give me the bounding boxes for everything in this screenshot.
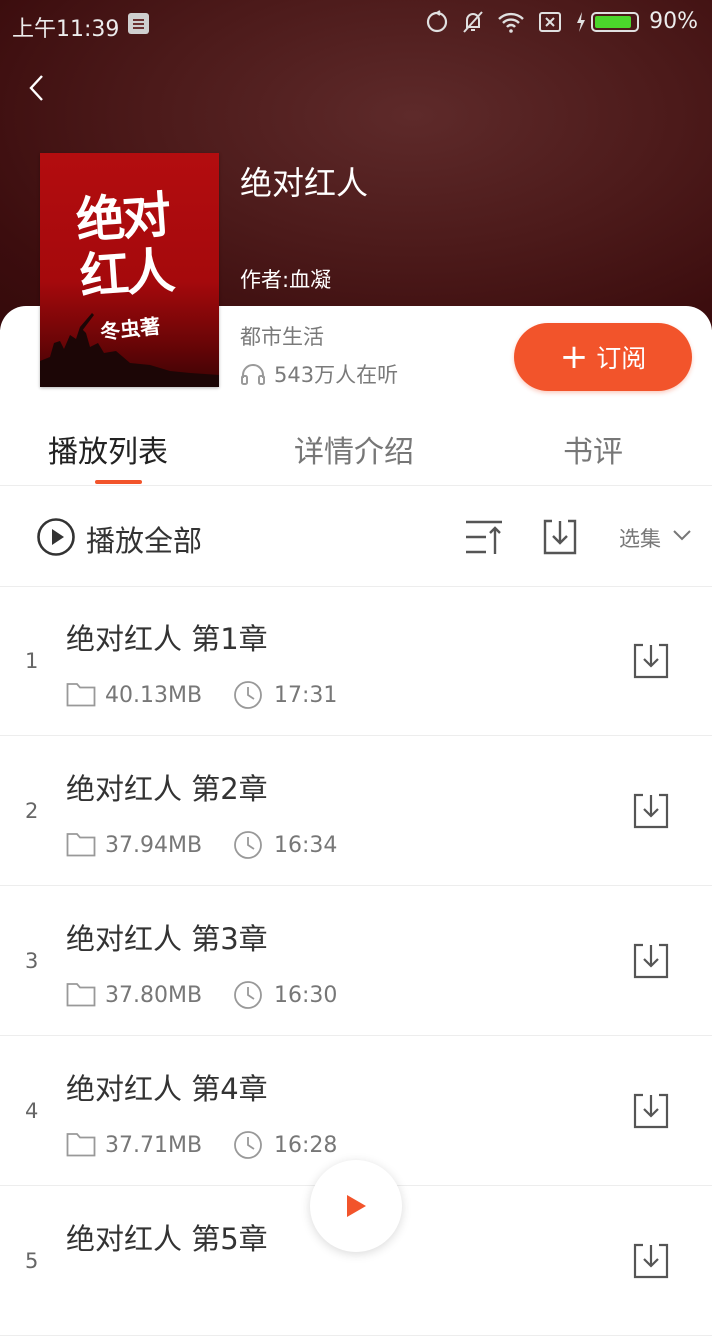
sync-icon [426, 9, 448, 32]
subscribe-button[interactable]: + 订阅 [514, 323, 692, 391]
back-button[interactable] [22, 68, 62, 108]
chapter-number: 5 [25, 1249, 39, 1273]
chapter-number: 1 [25, 649, 39, 673]
chapter-duration: 16:34 [274, 833, 338, 858]
download-icon[interactable] [633, 643, 669, 679]
batch-download-icon[interactable] [541, 518, 579, 556]
status-icons: 90% [412, 9, 698, 34]
tab-playlist[interactable]: 播放列表 [48, 427, 168, 471]
chapter-row[interactable]: 1 绝对红人 第1章 40.13MB 17:31 [0, 586, 712, 736]
book-author: 作者:血凝 [240, 268, 332, 292]
play-all-button[interactable]: 播放全部 [86, 518, 202, 560]
listeners-label: 543万人在听 [274, 363, 399, 387]
sim-off-icon [539, 11, 562, 32]
tab-details[interactable]: 详情介绍 [294, 427, 414, 471]
clock-icon [234, 681, 262, 709]
chapter-duration: 16:28 [274, 1133, 338, 1158]
listeners-count: 543万人在听 [240, 359, 398, 389]
play-circle-icon[interactable] [36, 517, 76, 557]
folder-icon [66, 683, 96, 707]
book-category: 都市生活 [240, 325, 324, 349]
chapter-title[interactable]: 绝对红人 第4章 [66, 1066, 268, 1108]
chapter-title[interactable]: 绝对红人 第1章 [66, 616, 268, 658]
chapter-title[interactable]: 绝对红人 第2章 [66, 766, 268, 808]
chapter-row[interactable]: 2 绝对红人 第2章 37.94MB 16:34 [0, 736, 712, 886]
cover-title: 绝对红人 [74, 185, 174, 306]
chapter-number: 4 [25, 1099, 39, 1123]
wifi-icon [498, 12, 524, 33]
select-episodes-button[interactable]: 选集 [619, 523, 661, 553]
chapter-row[interactable]: 3 绝对红人 第3章 37.80MB 16:30 [0, 886, 712, 1036]
chapter-size: 37.80MB [105, 983, 203, 1008]
chevron-down-icon [673, 530, 691, 541]
download-icon[interactable] [633, 943, 669, 979]
sort-icon[interactable] [464, 518, 504, 556]
download-icon[interactable] [633, 1093, 669, 1129]
clock-icon [234, 831, 262, 859]
chapter-duration: 16:30 [274, 983, 338, 1008]
chapter-title[interactable]: 绝对红人 第3章 [66, 916, 268, 958]
download-icon[interactable] [633, 1243, 669, 1279]
charging-icon [577, 11, 586, 32]
status-bar: 上午11:39 90% [0, 0, 712, 50]
status-time: 上午11:39 [12, 17, 120, 42]
chapter-size: 37.94MB [105, 833, 203, 858]
chapter-size: 37.71MB [105, 1133, 203, 1158]
floating-play-button[interactable] [310, 1160, 402, 1252]
chapter-number: 2 [25, 799, 39, 823]
cover-silhouette [40, 313, 219, 387]
book-title: 绝对红人 [240, 164, 369, 202]
plus-icon: + [559, 337, 589, 377]
playlist-toolbar: 播放全部 选集 [0, 486, 712, 587]
tab-reviews[interactable]: 书评 [563, 427, 623, 471]
active-tab-indicator [95, 480, 142, 484]
subscribe-label: 订阅 [596, 344, 647, 373]
battery-fill [595, 15, 632, 28]
folder-icon [66, 1133, 96, 1157]
clock-icon [234, 981, 262, 1009]
folder-icon [66, 833, 96, 857]
battery-percent: 90% [649, 9, 698, 34]
mute-bell-icon [463, 10, 483, 33]
download-icon[interactable] [633, 793, 669, 829]
chapter-duration: 17:31 [274, 683, 338, 708]
play-icon [347, 1195, 366, 1217]
tab-bar: 播放列表 详情介绍 书评 [0, 415, 712, 486]
chapter-title[interactable]: 绝对红人 第5章 [66, 1216, 268, 1258]
book-cover: 绝对红人 冬虫著 [40, 153, 219, 387]
battery-icon [591, 11, 640, 32]
folder-icon [66, 983, 96, 1007]
chapter-number: 3 [25, 949, 39, 973]
chapter-size: 40.13MB [105, 683, 203, 708]
notes-icon [128, 13, 149, 34]
chevron-left-icon [29, 75, 43, 101]
headphones-icon [241, 364, 265, 385]
clock-icon [234, 1131, 262, 1159]
